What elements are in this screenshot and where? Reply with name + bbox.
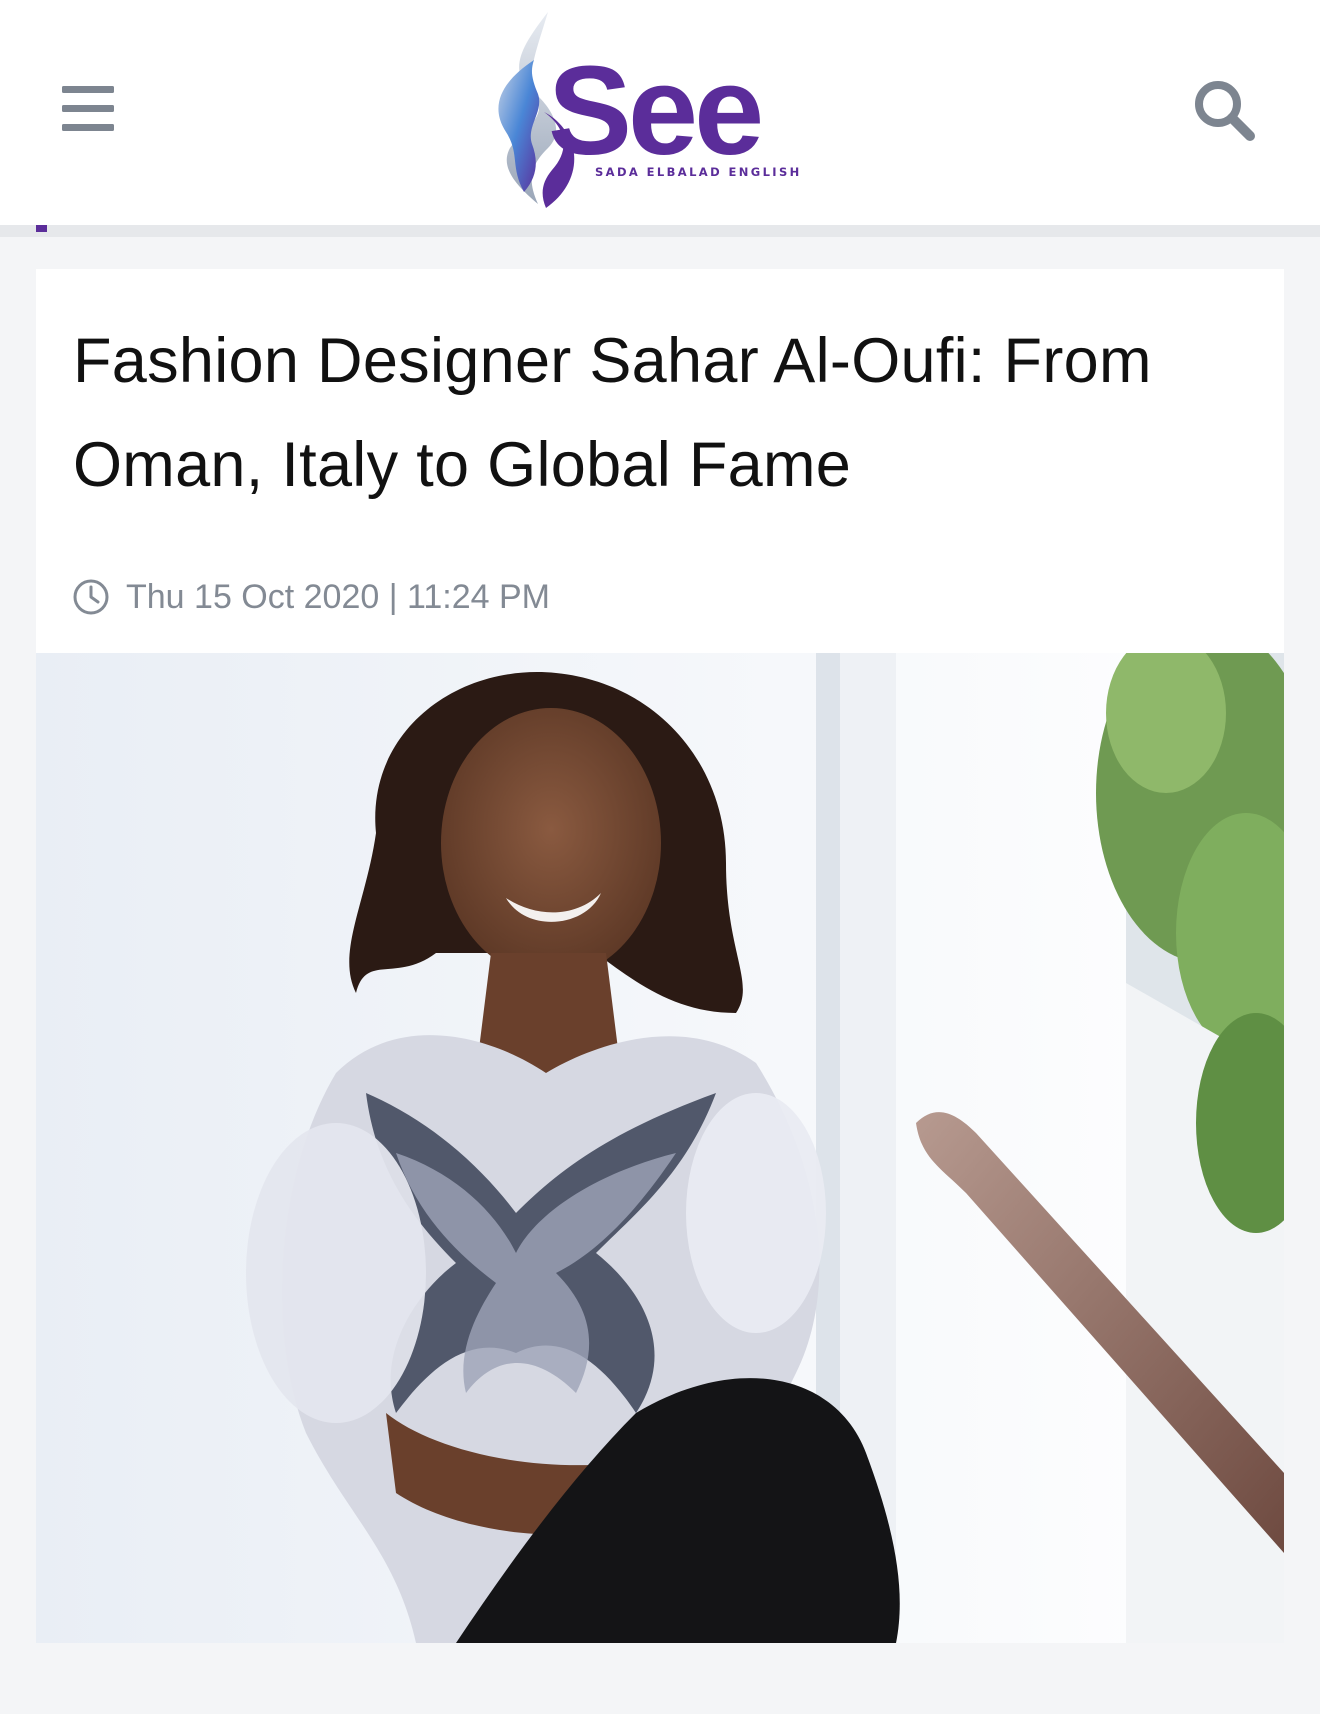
- article-card: Fashion Designer Sahar Al-Oufi: From Oma…: [36, 269, 1284, 1643]
- search-icon[interactable]: [1190, 76, 1260, 146]
- site-logo[interactable]: See SADA ELBALAD ENGLISH: [480, 8, 840, 213]
- logo-tagline: SADA ELBALAD ENGLISH: [595, 165, 802, 179]
- site-header: See SADA ELBALAD ENGLISH: [0, 0, 1320, 225]
- clock-icon: [72, 578, 110, 616]
- article-title: Fashion Designer Sahar Al-Oufi: From Oma…: [73, 326, 1152, 500]
- article-date: Thu 15 Oct 2020 | 11:24 PM: [126, 577, 551, 616]
- logo-wordmark: See: [548, 40, 760, 181]
- article-hero-image[interactable]: [36, 653, 1284, 1643]
- hamburger-menu-icon[interactable]: [60, 84, 116, 134]
- header-accent-mark: [36, 225, 47, 232]
- article-meta: Thu 15 Oct 2020 | 11:24 PM: [72, 575, 550, 619]
- header-divider: [0, 225, 1320, 237]
